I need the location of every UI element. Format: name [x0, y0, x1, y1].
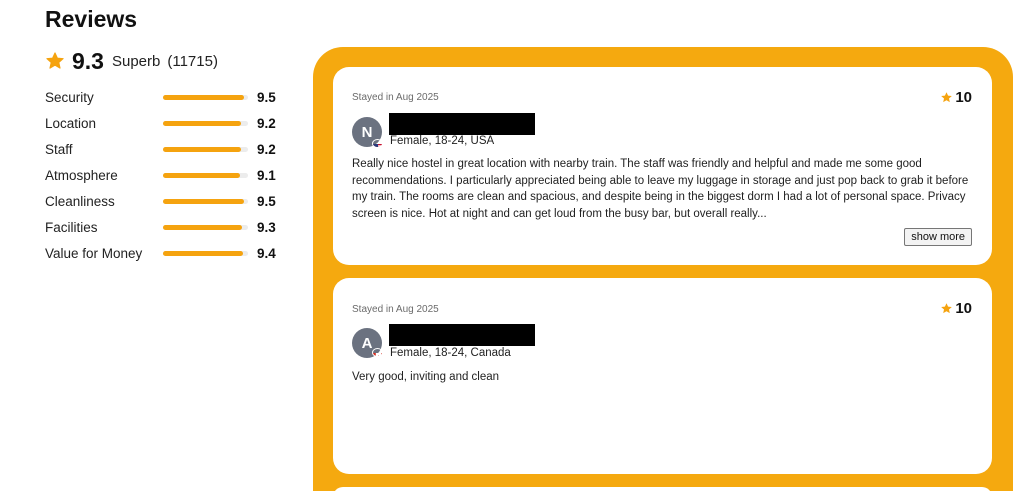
category-name: Location — [45, 116, 97, 131]
review-score: 10 — [955, 89, 972, 106]
star-icon — [941, 303, 953, 314]
review-card: Stayed in Aug 2025 10 A Female, 18-24, C… — [333, 278, 992, 474]
category-bar — [163, 251, 248, 256]
category-name: Security — [45, 90, 94, 105]
category-location: Location 9.2 — [45, 115, 285, 133]
category-bar-fill — [163, 95, 244, 100]
category-bar-fill — [163, 121, 242, 126]
stay-date: Stayed in Aug 2025 — [352, 92, 439, 103]
category-bar-fill — [163, 173, 241, 178]
category-value: 9.2 — [257, 116, 276, 131]
canada-flag-icon — [372, 348, 383, 357]
category-atmosphere: Atmosphere 9.1 — [45, 167, 285, 185]
category-name: Atmosphere — [45, 168, 118, 183]
reviewer-demographics: Female, 18-24, USA — [390, 135, 495, 147]
overall-score: 9.3 — [72, 47, 104, 74]
review-rating: 10 — [940, 300, 972, 317]
reviewer-name-redacted — [389, 113, 535, 135]
category-value: 9.5 — [257, 194, 276, 209]
avatar-initial: A — [361, 334, 373, 352]
category-security: Security 9.5 — [45, 89, 285, 107]
category-bar-fill — [163, 225, 243, 230]
review-text: Really nice hostel in great location wit… — [352, 158, 969, 220]
us-flag-icon — [372, 139, 383, 148]
review-card-partial — [333, 487, 992, 491]
category-value: 9.4 — [257, 246, 276, 261]
review-count: (11715) — [167, 52, 218, 70]
review-rating: 10 — [940, 89, 972, 106]
category-value: 9.3 — [257, 220, 276, 235]
category-value-for-money: Value for Money 9.4 — [45, 245, 285, 263]
category-bar-fill — [163, 199, 244, 204]
category-bar — [163, 95, 248, 100]
overall-rating: 9.3 Superb (11715) — [45, 48, 218, 74]
category-value: 9.2 — [257, 142, 276, 157]
page-title: Reviews — [45, 6, 138, 32]
category-bar — [163, 173, 248, 178]
category-value: 9.5 — [257, 90, 276, 105]
category-bar — [163, 147, 248, 152]
reviewer-demographics: Female, 18-24, Canada — [390, 347, 511, 359]
category-facilities: Facilities 9.3 — [45, 219, 285, 237]
show-more-button[interactable]: show more — [904, 228, 972, 246]
overall-label: Superb — [111, 52, 161, 70]
category-bar-fill — [163, 251, 243, 256]
stay-date: Stayed in Aug 2025 — [352, 304, 439, 315]
category-bar-fill — [163, 147, 242, 152]
category-bar — [163, 121, 248, 126]
avatar-initial: N — [361, 123, 373, 141]
category-name: Staff — [45, 142, 73, 157]
review-card: Stayed in Aug 2025 10 N Female, 18-24, U… — [333, 67, 992, 265]
reviewer-name-redacted — [389, 324, 535, 346]
category-name: Value for Money — [45, 246, 143, 261]
category-staff: Staff 9.2 — [45, 141, 285, 159]
star-icon — [941, 92, 953, 103]
category-name: Facilities — [45, 220, 98, 235]
category-bar — [163, 199, 248, 204]
category-name: Cleanliness — [45, 194, 115, 209]
category-bar — [163, 225, 248, 230]
review-text: Very good, inviting and clean — [352, 371, 500, 383]
review-score: 10 — [955, 300, 972, 317]
category-value: 9.1 — [257, 168, 276, 183]
star-icon — [46, 52, 64, 69]
category-cleanliness: Cleanliness 9.5 — [45, 193, 285, 211]
